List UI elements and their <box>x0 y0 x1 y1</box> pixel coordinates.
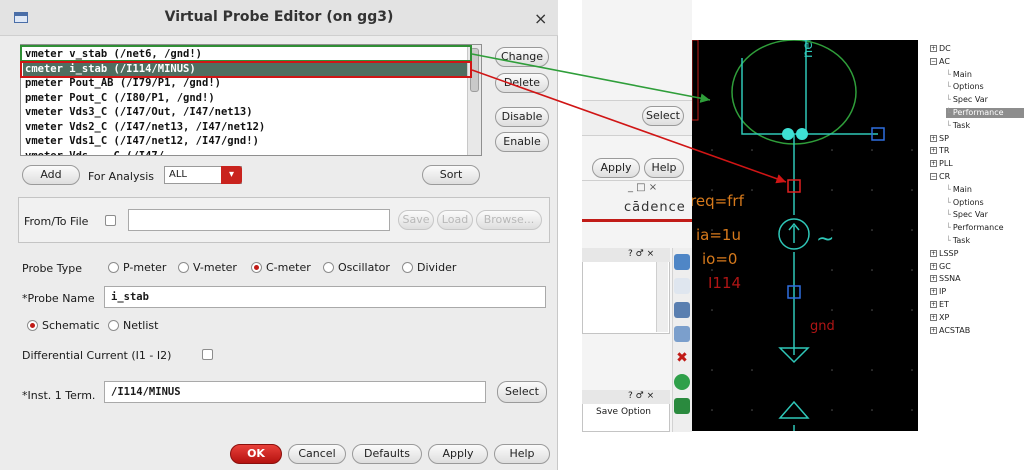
green-arrow <box>471 53 711 103</box>
red-arrow <box>471 69 787 184</box>
annotation-arrows <box>471 53 787 184</box>
